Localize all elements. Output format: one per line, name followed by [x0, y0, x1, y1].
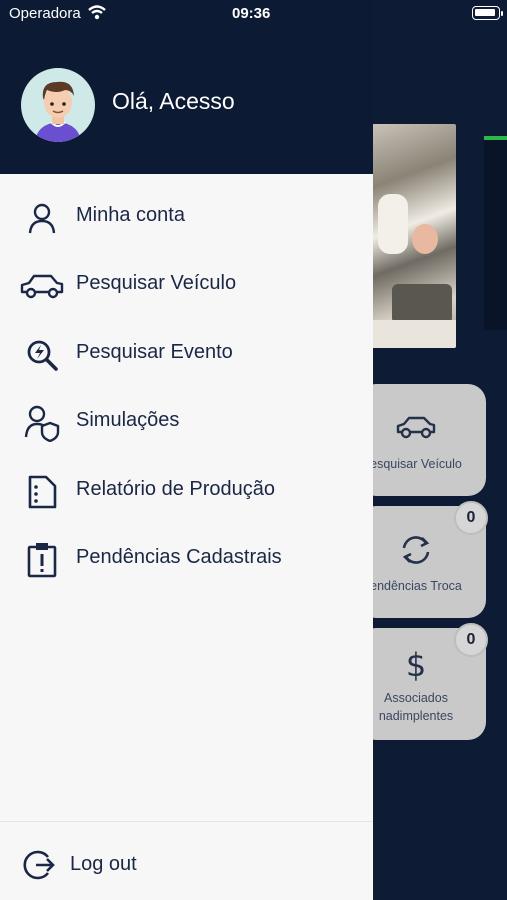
card-pesquisar-veiculo[interactable]: esquisar Veículo — [358, 384, 486, 496]
wifi-icon — [88, 5, 106, 20]
carrier-name: Operadora — [9, 5, 81, 22]
notification-badge: 0 — [454, 501, 488, 535]
clipboard-alert-icon — [22, 540, 62, 580]
card-label: esquisar Veículo — [370, 457, 462, 471]
menu-item-label: Pendências Cadastrais — [76, 545, 282, 568]
status-bar: Operadora 09:36 — [0, 0, 507, 28]
banner-image[interactable] — [372, 124, 456, 348]
navigation-drawer: Olá, Acesso Minha conta Pesquisar Veícul… — [0, 0, 373, 900]
battery-tip — [501, 11, 503, 16]
menu-item-relatorio-producao[interactable]: Relatório de Produção — [0, 458, 373, 526]
greeting-text: Olá, Acesso — [112, 88, 235, 114]
dollar-icon: $ — [406, 646, 426, 682]
menu-item-label: Relatório de Produção — [76, 477, 276, 500]
refresh-icon — [402, 536, 430, 564]
user-shield-icon — [22, 403, 62, 443]
card-label-line1: Associados — [384, 691, 448, 705]
svg-text:$: $ — [406, 646, 426, 682]
avatar[interactable] — [21, 68, 95, 142]
logout-button[interactable]: Log out — [0, 830, 373, 892]
menu-item-label: Pesquisar Veículo — [76, 272, 237, 295]
menu-item-label: Simulações — [76, 409, 180, 432]
menu-item-simulacoes[interactable]: Simulações — [0, 389, 373, 457]
user-icon — [22, 198, 62, 238]
logout-icon — [22, 848, 56, 882]
menu-item-pesquisar-evento[interactable]: Pesquisar Evento — [0, 321, 373, 389]
banner-next-image — [484, 140, 507, 330]
car-icon — [396, 416, 436, 439]
drawer-divider — [0, 821, 373, 822]
menu-item-minha-conta[interactable]: Minha conta — [0, 184, 373, 252]
search-event-icon — [22, 335, 62, 375]
battery-icon — [472, 6, 500, 20]
menu-item-pesquisar-veiculo[interactable]: Pesquisar Veículo — [0, 252, 373, 320]
clock: 09:36 — [232, 5, 271, 22]
avatar-illustration — [35, 81, 81, 142]
menu-item-label: Pesquisar Evento — [76, 340, 233, 363]
card-label: endências Troca — [370, 579, 462, 593]
notification-badge: 0 — [454, 623, 488, 657]
menu-item-pendencias-cadastrais[interactable]: Pendências Cadastrais — [0, 526, 373, 594]
drawer-menu: Minha conta Pesquisar Veículo Pesquisar … — [0, 184, 373, 594]
logout-label: Log out — [70, 853, 137, 875]
car-icon — [18, 266, 66, 306]
menu-item-label: Minha conta — [76, 204, 185, 226]
card-label-line2: nadimplentes — [378, 709, 454, 723]
document-icon — [22, 472, 62, 512]
